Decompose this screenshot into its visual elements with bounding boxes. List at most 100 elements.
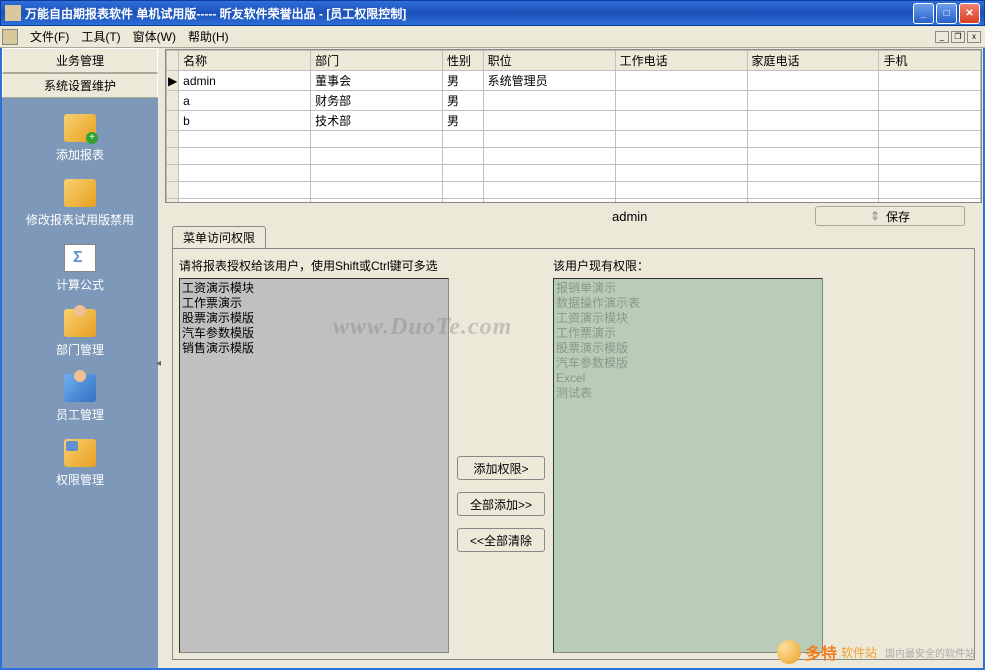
cell-name[interactable]: b — [179, 111, 311, 131]
list-item[interactable]: 汽车参数模版 — [182, 326, 446, 341]
content: 名称 部门 性别 职位 工作电话 家庭电话 手机 ▶ admin 董事会 男 系… — [164, 48, 983, 668]
window-title: 万能自由期报表软件 单机试用版----- 昕友软件荣誉出品 - [员工权限控制] — [25, 5, 913, 22]
cell-sex[interactable]: 男 — [443, 91, 484, 111]
list-item[interactable]: 工作票演示 — [556, 326, 820, 341]
footer-brand: 多特 — [805, 640, 837, 664]
cell-workphone[interactable] — [615, 111, 747, 131]
permission-icon — [64, 439, 96, 467]
col-sex[interactable]: 性别 — [443, 51, 484, 71]
sidebar-item-permission[interactable]: 权限管理 — [2, 431, 158, 496]
col-name[interactable]: 名称 — [179, 51, 311, 71]
cell-pos[interactable] — [483, 111, 615, 131]
footer-brand-suffix: 软件站 — [841, 644, 877, 661]
menu-window[interactable]: 窗体(W) — [127, 26, 182, 47]
current-user-label: admin — [612, 209, 647, 224]
col-mobile[interactable]: 手机 — [879, 51, 981, 71]
row-marker: ▶ — [167, 71, 179, 91]
cell-dept[interactable]: 董事会 — [311, 71, 443, 91]
sidebar-item-modify-report[interactable]: 修改报表试用版禁用 — [2, 171, 158, 236]
sidebar-item-add-report[interactable]: 添加报表 — [2, 106, 158, 171]
table-row-empty — [167, 131, 981, 148]
mdi-restore-button[interactable]: ❐ — [951, 31, 965, 43]
table-row[interactable]: a 财务部 男 — [167, 91, 981, 111]
list-item[interactable]: 工资演示模块 — [556, 311, 820, 326]
cell-dept[interactable]: 技术部 — [311, 111, 443, 131]
sidebar-item-label: 部门管理 — [56, 341, 104, 358]
list-item[interactable]: 报销单演示 — [556, 281, 820, 296]
cell-workphone[interactable] — [615, 91, 747, 111]
cell-name[interactable]: admin — [179, 71, 311, 91]
list-item[interactable]: 股票演示模版 — [556, 341, 820, 356]
table-row-empty — [167, 148, 981, 165]
list-item[interactable]: 数据操作演示表 — [556, 296, 820, 311]
splitter[interactable] — [158, 48, 164, 668]
menu-file[interactable]: 文件(F) — [24, 26, 75, 47]
assigned-permissions-label: 该用户现有权限： — [553, 255, 823, 278]
cell-pos[interactable]: 系统管理员 — [483, 71, 615, 91]
table-row[interactable]: ▶ admin 董事会 男 系统管理员 — [167, 71, 981, 91]
sidebar-header-system[interactable]: 系统设置维护 — [2, 73, 158, 98]
list-item[interactable]: 销售演示模版 — [182, 341, 446, 356]
formula-icon — [64, 244, 96, 272]
grid-corner — [167, 51, 179, 71]
dept-icon — [64, 309, 96, 337]
save-button-label: 保存 — [886, 208, 910, 225]
list-item[interactable]: 汽车参数模版 — [556, 356, 820, 371]
available-permissions-list[interactable]: 工资演示模块工作票演示股票演示模版汽车参数模版销售演示模版 — [179, 278, 449, 653]
add-report-icon — [64, 114, 96, 142]
col-homephone[interactable]: 家庭电话 — [747, 51, 879, 71]
cell-dept[interactable]: 财务部 — [311, 91, 443, 111]
footer-avatar-icon — [777, 640, 801, 664]
cell-mobile[interactable] — [879, 111, 981, 131]
list-item[interactable]: 工资演示模块 — [182, 281, 446, 296]
mid-row: admin ⇕ 保存 — [164, 204, 983, 228]
sidebar-item-label: 计算公式 — [56, 276, 104, 293]
add-all-button[interactable]: 全部添加>> — [457, 492, 545, 516]
save-icon: ⇕ — [870, 209, 880, 223]
sidebar-item-label: 添加报表 — [56, 146, 104, 163]
sidebar-header-business[interactable]: 业务管理 — [2, 48, 158, 73]
list-item[interactable]: 测试表 — [556, 386, 820, 401]
cell-name[interactable]: a — [179, 91, 311, 111]
sidebar-item-employee[interactable]: 员工管理 — [2, 366, 158, 431]
cell-mobile[interactable] — [879, 71, 981, 91]
menu-help[interactable]: 帮助(H) — [182, 26, 235, 47]
sidebar-item-dept[interactable]: 部门管理 — [2, 301, 158, 366]
employee-grid[interactable]: 名称 部门 性别 职位 工作电话 家庭电话 手机 ▶ admin 董事会 男 系… — [165, 49, 982, 203]
cell-sex[interactable]: 男 — [443, 111, 484, 131]
cell-homephone[interactable] — [747, 71, 879, 91]
tab-row: 菜单访问权限 — [164, 228, 983, 248]
sidebar-item-formula[interactable]: 计算公式 — [2, 236, 158, 301]
minimize-button[interactable]: _ — [913, 3, 934, 24]
tab-menu-access[interactable]: 菜单访问权限 — [172, 226, 266, 248]
table-row-empty — [167, 199, 981, 204]
mdi-minimize-button[interactable]: _ — [935, 31, 949, 43]
maximize-button[interactable]: □ — [936, 3, 957, 24]
menubar-app-icon — [2, 29, 18, 45]
assigned-permissions-list[interactable]: 报销单演示数据操作演示表工资演示模块工作票演示股票演示模版汽车参数模版Excel… — [553, 278, 823, 653]
modify-report-icon — [64, 179, 96, 207]
save-button[interactable]: ⇕ 保存 — [815, 206, 965, 226]
close-button[interactable]: ✕ — [959, 3, 980, 24]
cell-homephone[interactable] — [747, 111, 879, 131]
menubar: 文件(F) 工具(T) 窗体(W) 帮助(H) _ ❐ x — [0, 26, 985, 48]
add-permission-button[interactable]: 添加权限> — [457, 456, 545, 480]
menu-tools[interactable]: 工具(T) — [75, 26, 126, 47]
table-row-empty — [167, 182, 981, 199]
col-pos[interactable]: 职位 — [483, 51, 615, 71]
mdi-close-button[interactable]: x — [967, 31, 981, 43]
col-dept[interactable]: 部门 — [311, 51, 443, 71]
app-icon — [5, 5, 21, 21]
cell-pos[interactable] — [483, 91, 615, 111]
cell-sex[interactable]: 男 — [443, 71, 484, 91]
cell-mobile[interactable] — [879, 91, 981, 111]
cell-workphone[interactable] — [615, 71, 747, 91]
table-row[interactable]: b 技术部 男 — [167, 111, 981, 131]
sidebar-item-label: 员工管理 — [56, 406, 104, 423]
list-item[interactable]: 工作票演示 — [182, 296, 446, 311]
list-item[interactable]: Excel — [556, 371, 820, 386]
cell-homephone[interactable] — [747, 91, 879, 111]
list-item[interactable]: 股票演示模版 — [182, 311, 446, 326]
clear-all-button[interactable]: <<全部清除 — [457, 528, 545, 552]
col-workphone[interactable]: 工作电话 — [615, 51, 747, 71]
